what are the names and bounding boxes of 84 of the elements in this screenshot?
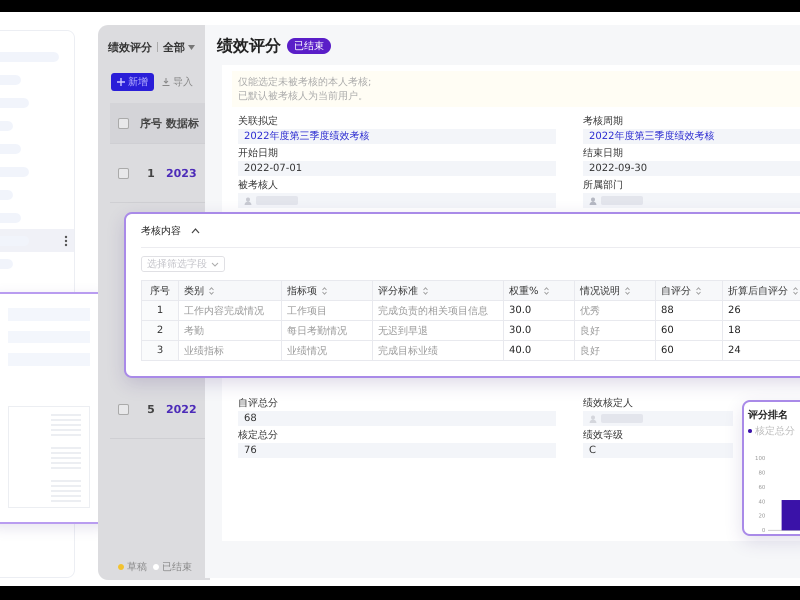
field-value: 2022-07-01: [238, 161, 556, 176]
notice-text: 仅能选定未被考核的本人考核;: [238, 76, 372, 89]
field-label: 绩效等级: [583, 430, 624, 442]
section-title: 考核内容: [141, 224, 181, 238]
table-cell-text: 1: [146, 166, 156, 180]
table-cell: 无迟到早退: [372, 320, 504, 340]
column-header: 数据标: [166, 116, 199, 130]
field-label: 开始日期: [238, 148, 279, 160]
column-header: 折算后自评分: [728, 284, 798, 298]
table-cell: 工作内容完成情况: [178, 300, 282, 320]
plus-icon: [117, 78, 125, 86]
field-label: 绩效核定人: [583, 398, 634, 410]
field-label: 自评总分: [238, 398, 279, 410]
table-cell: 良好: [574, 340, 656, 360]
sort-icon[interactable]: [696, 286, 701, 294]
table-cell: 工作项目: [282, 300, 372, 320]
legend-label: 核定总分: [755, 424, 795, 438]
field-label: 关联拟定: [238, 116, 279, 128]
table-cell: 88: [656, 300, 722, 320]
field-value[interactable]: 2022年度第三季度绩效考核: [583, 129, 800, 144]
table-cell: 60: [656, 320, 722, 340]
column-header: 评分标准: [378, 284, 428, 298]
table-cell: 3: [142, 340, 178, 360]
sort-icon[interactable]: [625, 286, 630, 294]
table-cell: 40.0: [504, 340, 574, 360]
column-header: 情况说明: [580, 284, 630, 298]
person-icon: [589, 196, 597, 204]
chevron-down-icon: [211, 262, 219, 266]
legend-label: 草稿: [127, 560, 147, 574]
field-value: 2022-09-30: [583, 161, 800, 176]
field-value: C: [583, 443, 733, 458]
table-cell: 2: [142, 320, 178, 340]
field-value[interactable]: 2022年度第三季度绩效考核: [238, 129, 556, 144]
checkbox[interactable]: [118, 118, 128, 128]
column-header: 类别: [184, 284, 214, 298]
table-cell[interactable]: 2022: [166, 402, 197, 416]
more-icon[interactable]: [64, 234, 68, 246]
table-cell: 业绩情况: [282, 340, 372, 360]
table-cell: 优秀: [574, 300, 656, 320]
table-cell: 60: [656, 340, 722, 360]
chart-title: 评分排名: [748, 408, 789, 422]
field-label: 被考核人: [238, 180, 279, 192]
status-badge: 已结束: [287, 38, 331, 54]
table-cell: 30.0: [504, 320, 574, 340]
sort-icon[interactable]: [423, 286, 428, 294]
table-cell[interactable]: 2023: [166, 166, 197, 180]
caret-icon: [188, 44, 195, 50]
table-cell-text: 5: [146, 402, 156, 416]
sort-icon[interactable]: [209, 286, 214, 294]
checkbox[interactable]: [118, 168, 128, 178]
field-label: 考核周期: [583, 116, 624, 128]
filter-dropdown[interactable]: 全部: [163, 40, 195, 54]
sort-icon[interactable]: [793, 286, 798, 294]
table-cell: 考勤: [178, 320, 282, 340]
table-cell: 良好: [574, 320, 656, 340]
checkbox[interactable]: [118, 404, 128, 414]
table-cell: 完成目标业绩: [372, 340, 504, 360]
field-value: 76: [238, 443, 556, 458]
page-title: 绩效评分: [217, 36, 281, 56]
column-header: 权重%: [509, 284, 549, 298]
window-title: 绩效评分: [108, 40, 152, 54]
notice-text: 已默认被考核人为当前用户。: [238, 90, 369, 103]
field-value: 68: [238, 411, 556, 426]
column-header: 序号: [139, 116, 163, 130]
bar: [782, 500, 800, 530]
person-icon: [244, 196, 252, 204]
table-cell: 业绩指标: [178, 340, 282, 360]
download-icon: [162, 78, 170, 86]
table-cell: 完成负责的相关项目信息: [372, 300, 504, 320]
field-label: 所属部门: [583, 180, 624, 192]
field-label: 核定总分: [238, 430, 279, 442]
table-cell: 每日考勤情况: [282, 320, 372, 340]
column-header: 自评分: [661, 284, 701, 298]
table-cell: 30.0: [504, 300, 574, 320]
person-icon: [589, 414, 597, 422]
legend-label: 已结束: [162, 560, 192, 574]
collapse-icon[interactable]: [191, 228, 200, 234]
sort-icon[interactable]: [544, 286, 549, 294]
sort-icon[interactable]: [322, 286, 327, 294]
table-cell: 1: [142, 300, 178, 320]
column-header: 指标项: [287, 284, 327, 298]
field-label: 结束日期: [583, 148, 624, 160]
add-button[interactable]: 新增: [111, 73, 154, 91]
column-header: 序号: [150, 284, 170, 298]
